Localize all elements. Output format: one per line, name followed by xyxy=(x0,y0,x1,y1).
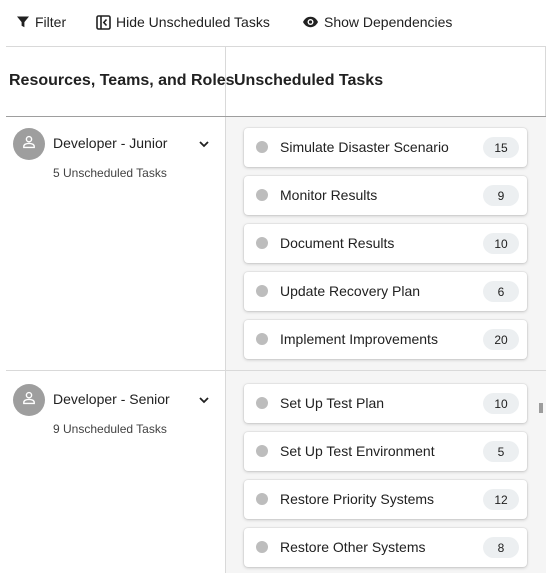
resource-row-developer-senior: Developer - Senior 9 Unscheduled Tasks xyxy=(6,371,225,573)
show-dependencies-button[interactable]: Show Dependencies xyxy=(302,14,452,30)
status-dot-icon xyxy=(256,397,268,409)
chevron-down-icon[interactable] xyxy=(197,137,211,151)
hide-unscheduled-tasks-label: Hide Unscheduled Tasks xyxy=(116,14,270,30)
task-card[interactable]: Simulate Disaster Scenario 15 xyxy=(244,128,527,167)
person-icon xyxy=(21,134,37,155)
task-card[interactable]: Set Up Test Plan 10 xyxy=(244,384,527,423)
resource-name: Developer - Junior xyxy=(53,135,168,151)
filter-label: Filter xyxy=(35,14,67,30)
toolbar: Filter Hide Unscheduled Tasks Show Depen… xyxy=(0,0,546,46)
unscheduled-count: 5 Unscheduled Tasks xyxy=(53,166,167,180)
person-icon xyxy=(21,390,37,411)
task-card[interactable]: Document Results 10 xyxy=(244,224,527,263)
task-duration-badge: 6 xyxy=(483,281,519,302)
task-card[interactable]: Restore Priority Systems 12 xyxy=(244,480,527,519)
task-title: Monitor Results xyxy=(280,187,378,203)
avatar xyxy=(13,384,45,416)
filter-button[interactable]: Filter xyxy=(16,14,66,30)
collapse-left-panel-icon xyxy=(96,14,111,30)
task-card[interactable]: Monitor Results 9 xyxy=(244,176,527,215)
status-dot-icon xyxy=(256,445,268,457)
task-duration-badge: 20 xyxy=(483,329,519,350)
task-card[interactable]: Implement Improvements 20 xyxy=(244,320,527,359)
task-card[interactable]: Restore Other Systems 8 xyxy=(244,528,527,567)
avatar xyxy=(13,128,45,160)
task-duration-badge: 5 xyxy=(483,441,519,462)
task-duration-badge: 10 xyxy=(483,393,519,414)
task-title: Set Up Test Environment xyxy=(280,443,435,459)
task-duration-badge: 10 xyxy=(483,233,519,254)
status-dot-icon xyxy=(256,333,268,345)
task-duration-badge: 12 xyxy=(483,489,519,510)
task-duration-badge: 9 xyxy=(483,185,519,206)
task-title: Set Up Test Plan xyxy=(280,395,385,411)
show-dependencies-label: Show Dependencies xyxy=(324,14,453,30)
task-title: Restore Other Systems xyxy=(280,539,426,555)
resource-name: Developer - Senior xyxy=(53,391,170,407)
filter-icon xyxy=(16,15,30,29)
chevron-down-icon[interactable] xyxy=(197,393,211,407)
resources-column-header: Resources, Teams, and Roles xyxy=(9,72,235,89)
resource-row-developer-junior: Developer - Junior 5 Unscheduled Tasks xyxy=(6,117,225,370)
task-duration-badge: 15 xyxy=(483,137,519,158)
task-title: Restore Priority Systems xyxy=(280,491,435,507)
task-title: Update Recovery Plan xyxy=(280,283,421,299)
toolbar-divider xyxy=(6,46,546,47)
status-dot-icon xyxy=(256,189,268,201)
resize-handle-icon[interactable] xyxy=(539,400,543,413)
unscheduled-tasks-column-header: Unscheduled Tasks xyxy=(234,72,384,89)
unscheduled-count: 9 Unscheduled Tasks xyxy=(53,422,167,436)
task-title: Implement Improvements xyxy=(280,331,438,347)
status-dot-icon xyxy=(256,237,268,249)
task-card[interactable]: Set Up Test Environment 5 xyxy=(244,432,527,471)
eye-icon xyxy=(302,15,319,29)
task-title: Simulate Disaster Scenario xyxy=(280,139,449,155)
hide-unscheduled-tasks-button[interactable]: Hide Unscheduled Tasks xyxy=(96,14,270,30)
status-dot-icon xyxy=(256,493,268,505)
task-title: Document Results xyxy=(280,235,395,251)
status-dot-icon xyxy=(256,541,268,553)
task-card[interactable]: Update Recovery Plan 6 xyxy=(244,272,527,311)
task-duration-badge: 8 xyxy=(483,537,519,558)
status-dot-icon xyxy=(256,285,268,297)
status-dot-icon xyxy=(256,141,268,153)
